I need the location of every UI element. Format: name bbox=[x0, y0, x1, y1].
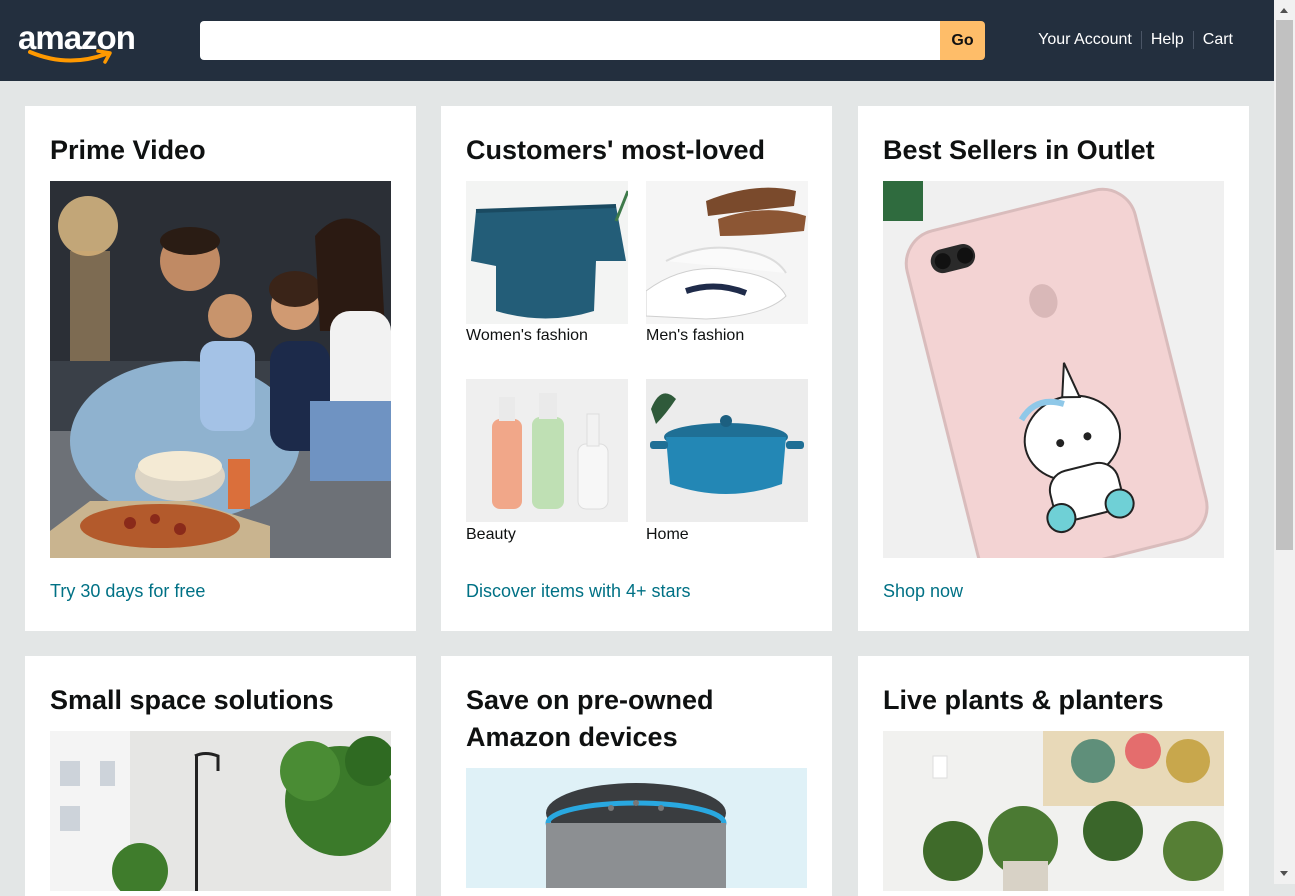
card-live-plants: Live plants & planters bbox=[858, 656, 1249, 896]
amazon-logo[interactable]: amazon bbox=[18, 18, 142, 66]
pre-owned-echo-image[interactable] bbox=[466, 768, 807, 888]
card-prime-video: Prime Video Try 30 days for free bbox=[25, 106, 416, 631]
search-input[interactable] bbox=[200, 21, 940, 60]
discover-link[interactable]: Discover items with 4+ stars bbox=[466, 581, 691, 602]
scroll-thumb[interactable] bbox=[1276, 20, 1293, 550]
home-image[interactable] bbox=[646, 379, 808, 522]
plants-image[interactable] bbox=[883, 731, 1224, 891]
go-button[interactable]: Go bbox=[940, 21, 985, 60]
try-free-link[interactable]: Try 30 days for free bbox=[50, 581, 205, 602]
your-account-link[interactable]: Your Account bbox=[1029, 31, 1141, 49]
beauty-label[interactable]: Beauty bbox=[466, 526, 516, 544]
card-title: Best Sellers in Outlet bbox=[883, 135, 1155, 165]
card-small-space: Small space solutions bbox=[25, 656, 416, 896]
shop-now-link[interactable]: Shop now bbox=[883, 581, 963, 602]
cart-link[interactable]: Cart bbox=[1194, 31, 1242, 49]
beauty-image[interactable] bbox=[466, 379, 628, 522]
card-title: Prime Video bbox=[50, 135, 206, 165]
scroll-up-icon[interactable] bbox=[1280, 8, 1288, 13]
header-nav: Your Account Help Cart bbox=[1029, 31, 1242, 49]
page-scrollbar[interactable] bbox=[1274, 0, 1295, 884]
help-link[interactable]: Help bbox=[1142, 31, 1193, 49]
outlet-phone-case-image[interactable] bbox=[883, 181, 1224, 558]
card-title: Customers' most-loved bbox=[466, 135, 765, 165]
card-best-sellers-outlet: Best Sellers in Outlet Shop now bbox=[858, 106, 1249, 631]
card-title: Small space solutions bbox=[50, 685, 334, 715]
mens-fashion-label[interactable]: Men's fashion bbox=[646, 327, 744, 345]
prime-video-image[interactable] bbox=[50, 181, 391, 558]
womens-fashion-label[interactable]: Women's fashion bbox=[466, 327, 588, 345]
card-title: Save on pre-owned Amazon devices bbox=[466, 685, 714, 752]
card-pre-owned-devices: Save on pre-owned Amazon devices bbox=[441, 656, 832, 896]
card-most-loved: Customers' most-loved Women's fashion Me… bbox=[441, 106, 832, 631]
logo-smile-icon bbox=[28, 49, 112, 64]
home-label[interactable]: Home bbox=[646, 526, 689, 544]
scroll-down-icon[interactable] bbox=[1280, 871, 1288, 876]
card-title: Live plants & planters bbox=[883, 685, 1164, 715]
top-header: amazon Go Your Account Help Cart bbox=[0, 0, 1274, 81]
small-space-image[interactable] bbox=[50, 731, 391, 891]
womens-fashion-image[interactable] bbox=[466, 181, 628, 324]
mens-fashion-image[interactable] bbox=[646, 181, 808, 324]
